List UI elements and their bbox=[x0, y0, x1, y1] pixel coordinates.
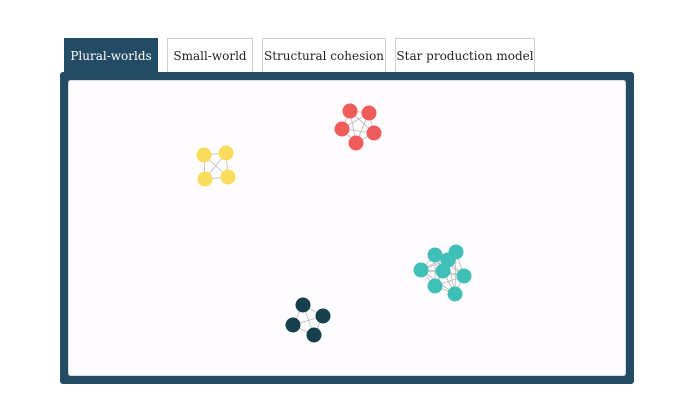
graph-node[interactable] bbox=[315, 308, 331, 324]
graph-node[interactable] bbox=[447, 286, 463, 302]
graph-node[interactable] bbox=[295, 297, 311, 313]
cluster-teal[interactable] bbox=[413, 244, 472, 302]
graph-node[interactable] bbox=[220, 169, 236, 185]
graph-node[interactable] bbox=[440, 252, 456, 268]
graph-node[interactable] bbox=[361, 105, 377, 121]
graph-node[interactable] bbox=[342, 103, 358, 119]
graph-panel-frame bbox=[60, 72, 634, 384]
tab-small-world[interactable]: Small-world bbox=[167, 38, 253, 72]
graph-node[interactable] bbox=[218, 145, 234, 161]
cluster-navy[interactable] bbox=[285, 297, 331, 343]
tab-star-production-model[interactable]: Star production model bbox=[395, 38, 535, 72]
graph-node[interactable] bbox=[413, 262, 429, 278]
cluster-yellow[interactable] bbox=[196, 145, 236, 187]
graph-node[interactable] bbox=[285, 317, 301, 333]
tab-structural-cohesion[interactable]: Structural cohesion bbox=[262, 38, 386, 72]
graph-canvas[interactable] bbox=[68, 80, 626, 376]
graph-node[interactable] bbox=[348, 135, 364, 151]
graph-node[interactable] bbox=[366, 125, 382, 141]
cluster-red[interactable] bbox=[334, 103, 382, 151]
graph-node[interactable] bbox=[456, 268, 472, 284]
network-graph[interactable] bbox=[68, 80, 626, 376]
graph-node[interactable] bbox=[334, 121, 350, 137]
tab-plural-worlds[interactable]: Plural-worlds bbox=[64, 38, 158, 72]
graph-node[interactable] bbox=[427, 247, 443, 263]
graph-node[interactable] bbox=[427, 278, 443, 294]
graph-node[interactable] bbox=[306, 327, 322, 343]
graph-node[interactable] bbox=[196, 147, 212, 163]
graph-node[interactable] bbox=[197, 171, 213, 187]
